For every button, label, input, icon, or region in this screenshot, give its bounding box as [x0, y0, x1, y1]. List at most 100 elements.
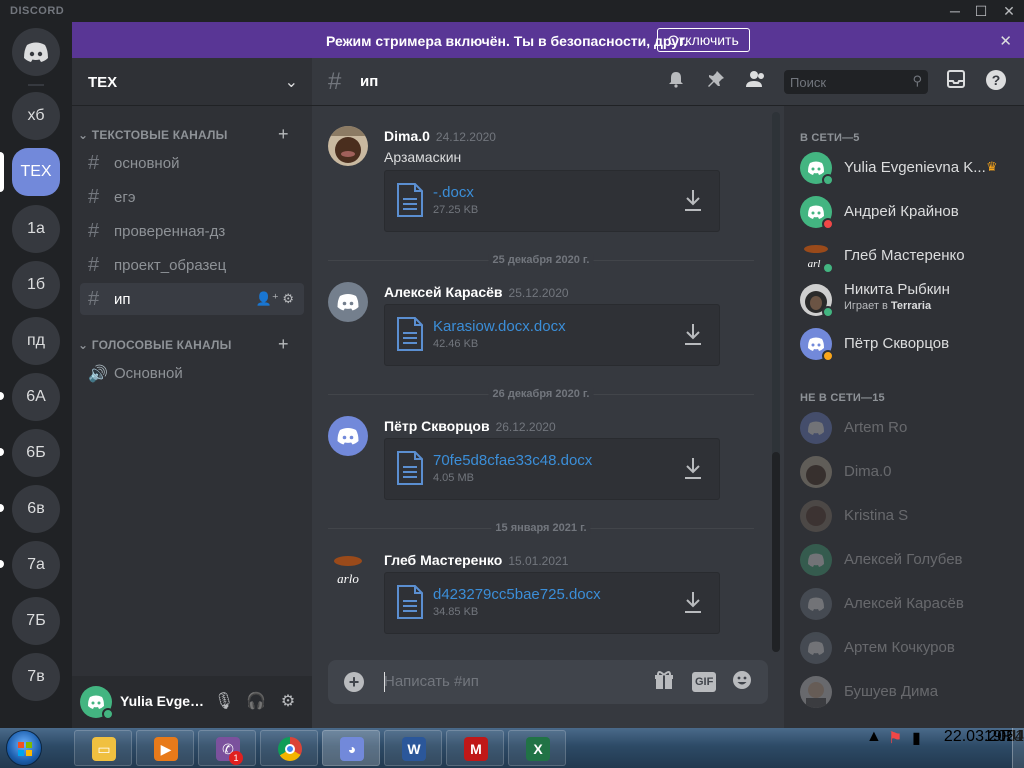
guild-tex[interactable]: ТЕХ [12, 148, 60, 196]
message-list: Dima.0 24.12.2020 Арзамаскин -.docx 27.25… [312, 106, 784, 652]
channel-osnovnoy[interactable]: # основной [80, 147, 304, 179]
member-item[interactable]: Dima.0 [792, 451, 1016, 493]
gif-button[interactable]: GIF [692, 672, 717, 692]
avatar[interactable]: arlo [328, 550, 368, 590]
channel-ege[interactable]: # егэ [80, 181, 304, 213]
show-hidden-icons-icon[interactable]: ▲ [866, 728, 882, 746]
taskbar-viber[interactable]: ✆ 1 [198, 730, 256, 766]
guild-xb[interactable]: хб [12, 92, 60, 140]
message-author[interactable]: Пётр Скворцов 26.12.2020 [384, 418, 556, 434]
upload-plus-icon[interactable]: + [344, 672, 364, 692]
file-name-link[interactable]: -.docx [433, 184, 474, 201]
close-icon[interactable]: ✕ [999, 32, 1012, 50]
gear-icon[interactable]: ⚙ [282, 291, 294, 306]
taskbar-mcafee[interactable]: M [446, 730, 504, 766]
member-item[interactable]: Kristina S [792, 495, 1016, 537]
taskbar-discord[interactable]: ◕ [322, 730, 380, 766]
channel-proverennaya-dz[interactable]: # проверенная-дз [80, 215, 304, 247]
bell-icon[interactable] [664, 70, 688, 94]
message-input[interactable]: + Написать #ип GIF [328, 660, 768, 704]
download-icon[interactable] [683, 456, 703, 480]
member-item[interactable]: Бушуев Дима [792, 671, 1016, 713]
channel-ip[interactable]: # ип 👤⁺ ⚙ [80, 283, 304, 315]
message-author[interactable]: Dima.0 24.12.2020 [384, 128, 496, 144]
download-icon[interactable] [683, 188, 703, 212]
file-name-link[interactable]: 70fe5d8cfae33c48.docx [433, 452, 592, 469]
file-name-link[interactable]: d423279cc5bae725.docx [433, 586, 601, 603]
author-name[interactable]: Пётр Скворцов [384, 418, 490, 434]
home-button[interactable] [12, 28, 60, 76]
help-icon[interactable]: ? [984, 70, 1008, 94]
taskbar-chrome[interactable] [260, 730, 318, 766]
file-attachment: -.docx 27.25 KB [384, 170, 720, 232]
voice-channel-osnovnoy[interactable]: 🔊 Основной [80, 357, 304, 389]
gift-icon[interactable] [652, 670, 676, 694]
inbox-icon[interactable] [944, 70, 968, 94]
category-text-channels[interactable]: ⌄ ТЕКСТОВЫЕ КАНАЛЫ + [78, 124, 289, 144]
guild-6a[interactable]: 6А [12, 373, 60, 421]
signal-icon[interactable]: ▮ [912, 728, 921, 748]
pin-icon[interactable] [704, 70, 728, 94]
members-icon[interactable] [744, 70, 768, 94]
microphone-icon[interactable]: 🎙 [212, 690, 236, 714]
close-window-button[interactable]: ✕ [994, 1, 1024, 21]
file-name-link[interactable]: Karasiow.docx.docx [433, 318, 566, 335]
member-item[interactable]: Yulia Evgenievna K... ♛ [792, 147, 1016, 189]
category-voice-channels[interactable]: ⌄ ГОЛОСОВЫЕ КАНАЛЫ + [78, 334, 289, 354]
member-item[interactable]: arl Глеб Мастеренко [792, 235, 1016, 277]
download-icon[interactable] [683, 590, 703, 614]
member-name: Алексей Голубев [844, 551, 963, 568]
maximize-button[interactable]: ☐ [966, 1, 996, 21]
taskbar-media-player[interactable]: ▶ [136, 730, 194, 766]
author-name[interactable]: Алексей Карасёв [384, 284, 503, 300]
avatar[interactable] [328, 126, 368, 166]
hash-icon: # [88, 152, 100, 174]
taskbar-excel[interactable]: X [508, 730, 566, 766]
create-channel-icon[interactable]: + [278, 124, 289, 145]
invite-icon[interactable]: 👤⁺ [256, 291, 279, 306]
taskbar-explorer[interactable]: ▭ [74, 730, 132, 766]
member-item[interactable]: Артем Кочкуров [792, 627, 1016, 669]
guild-7v[interactable]: 7в [12, 653, 60, 701]
network-warning-icon[interactable]: ⚑ [888, 728, 902, 748]
svg-text:?: ? [992, 72, 1001, 88]
guild-1a[interactable]: 1а [12, 205, 60, 253]
guild-6v[interactable]: 6в [12, 485, 60, 533]
show-desktop-button[interactable] [1012, 728, 1024, 768]
member-item[interactable]: Никита Рыбкин Играет в Terraria [792, 279, 1016, 321]
guild-7b[interactable]: 7Б [12, 597, 60, 645]
guild-7a[interactable]: 7а [12, 541, 60, 589]
download-icon[interactable] [683, 322, 703, 346]
member-item[interactable]: Пётр Скворцов [792, 323, 1016, 365]
author-name[interactable]: Dima.0 [384, 128, 430, 144]
message-scrollbar[interactable] [772, 112, 780, 652]
start-button[interactable] [6, 730, 42, 766]
scrollbar-thumb[interactable] [772, 452, 780, 652]
member-item[interactable]: Artem Ro [792, 407, 1016, 449]
message-author[interactable]: Алексей Карасёв 25.12.2020 [384, 284, 569, 300]
member-item[interactable]: Алексей Голубев [792, 539, 1016, 581]
member-item[interactable]: Андрей Крайнов [792, 191, 1016, 233]
disable-streamer-mode-button[interactable]: Отключить [657, 28, 750, 52]
create-channel-icon[interactable]: + [278, 334, 289, 355]
member-item[interactable]: Алексей Карасёв [792, 583, 1016, 625]
chevron-down-icon: ⌄ [78, 338, 92, 352]
channel-label: ип [114, 291, 131, 308]
avatar [800, 676, 832, 708]
gear-icon[interactable]: ⚙ [276, 690, 300, 714]
channel-tools: 👤⁺ ⚙ [256, 291, 294, 307]
avatar[interactable] [328, 416, 368, 456]
message-author[interactable]: Глеб Мастеренко 15.01.2021 [384, 552, 568, 568]
emoji-icon[interactable] [730, 670, 754, 694]
search-input[interactable]: Поиск ⚲ [784, 70, 928, 94]
headphones-icon[interactable]: 🎧 [244, 690, 268, 714]
avatar[interactable] [328, 282, 368, 322]
guild-6b[interactable]: 6Б [12, 429, 60, 477]
author-name[interactable]: Глеб Мастеренко [384, 552, 502, 568]
guild-pd[interactable]: пд [12, 317, 60, 365]
channel-proekt-obrazec[interactable]: # проект_образец [80, 249, 304, 281]
server-header[interactable]: ТЕХ ⌄ [72, 58, 312, 106]
app-brand: DISCORD [10, 5, 65, 17]
guild-1b[interactable]: 1б [12, 261, 60, 309]
taskbar-word[interactable]: W [384, 730, 442, 766]
